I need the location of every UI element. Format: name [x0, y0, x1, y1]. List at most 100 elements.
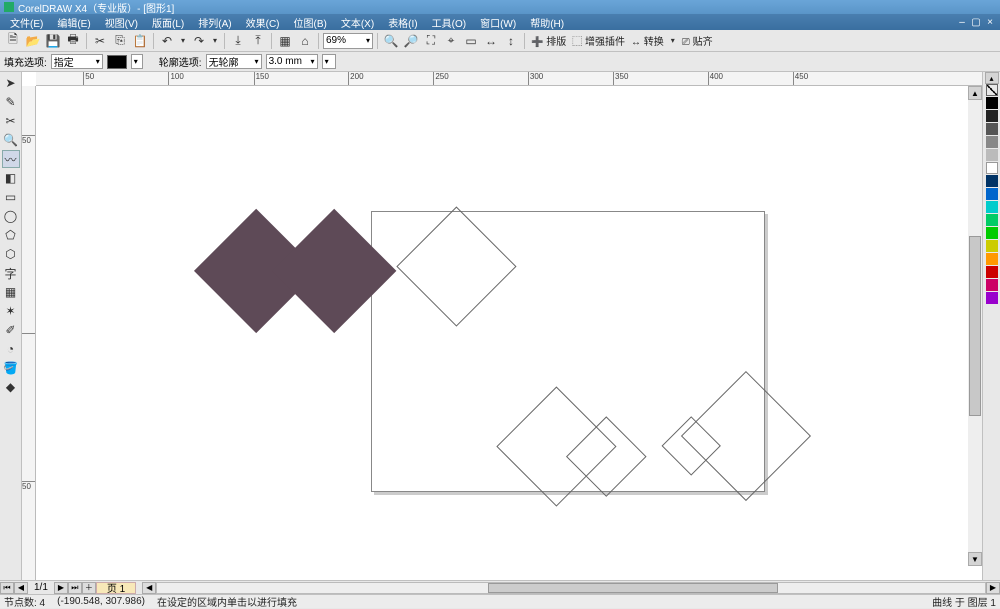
menu-edit[interactable]: 编辑(E) — [51, 15, 96, 30]
outline-option-select[interactable]: 无轮廓▾ — [206, 54, 262, 69]
enhance-plugin-button[interactable]: ⬚ 增强插件 — [570, 33, 627, 48]
zoom-height-button[interactable]: ↕ — [502, 32, 520, 50]
horizontal-ruler[interactable]: 50 100 150 200 250 300 350 400 450 — [36, 72, 982, 86]
menu-text[interactable]: 文本(X) — [335, 15, 380, 30]
prev-page-button[interactable]: ◀ — [14, 582, 28, 594]
redo-button[interactable]: ↷ — [190, 32, 208, 50]
zoom-combo[interactable]: 69%▾ — [323, 33, 373, 49]
rectangle-tool[interactable]: ▭ — [2, 188, 20, 206]
mdi-restore-icon[interactable]: ▢ — [970, 16, 982, 28]
import-button[interactable]: ⤓ — [229, 32, 247, 50]
pick-tool[interactable]: ➤ — [2, 74, 20, 92]
outline-spinner[interactable]: ▾ — [322, 54, 336, 69]
first-page-button[interactable]: ⏮ — [0, 582, 14, 594]
add-page-button[interactable]: ＋ — [82, 582, 96, 594]
zoom-page-button[interactable]: ▭ — [462, 32, 480, 50]
no-color-swatch[interactable] — [986, 84, 998, 96]
next-page-button[interactable]: ▶ — [54, 582, 68, 594]
paste-button[interactable]: 📋 — [131, 32, 149, 50]
ellipse-tool[interactable]: ◯ — [2, 207, 20, 225]
zoom-sel-button[interactable]: ⌖ — [442, 32, 460, 50]
export-button[interactable]: ⤒ — [249, 32, 267, 50]
smart-fill-tool[interactable]: ◧ — [2, 169, 20, 187]
swatch-black[interactable] — [986, 97, 998, 109]
swatch-gray3[interactable] — [986, 149, 998, 161]
swatch-cyan[interactable] — [986, 201, 998, 213]
swatch-blue[interactable] — [986, 188, 998, 200]
swatch-gray2[interactable] — [986, 136, 998, 148]
menu-window[interactable]: 窗口(W) — [474, 15, 522, 30]
print-button[interactable]: 🖶 — [64, 32, 82, 50]
swatch-white[interactable] — [986, 162, 998, 174]
menu-view[interactable]: 视图(V) — [99, 15, 144, 30]
zoom-out-button[interactable]: 🔎 — [402, 32, 420, 50]
menu-help[interactable]: 帮助(H) — [524, 15, 570, 30]
last-page-button[interactable]: ⏭ — [68, 582, 82, 594]
undo-button[interactable]: ↶ — [158, 32, 176, 50]
new-doc-button[interactable]: 🗎 — [4, 32, 22, 50]
redo-dropdown[interactable]: ▾ — [210, 32, 220, 50]
swatch-green[interactable] — [986, 214, 998, 226]
fill-swatch[interactable] — [107, 55, 127, 69]
swatch-lime[interactable] — [986, 227, 998, 239]
scroll-left-button[interactable]: ◀ — [142, 582, 156, 594]
open-button[interactable]: 📂 — [24, 32, 42, 50]
interactive-fill-tool[interactable]: ◆ — [2, 378, 20, 396]
table-tool[interactable]: ▦ — [2, 283, 20, 301]
swatch-orange[interactable] — [986, 253, 998, 265]
swatch-navy[interactable] — [986, 175, 998, 187]
fill-tool[interactable]: 🪣 — [2, 359, 20, 377]
vertical-ruler[interactable]: 50 50 — [22, 86, 36, 580]
outline-tool[interactable]: ◔ — [2, 340, 20, 358]
welcome-button[interactable]: ⌂ — [296, 32, 314, 50]
undo-dropdown[interactable]: ▾ — [178, 32, 188, 50]
menu-bitmap[interactable]: 位图(B) — [288, 15, 333, 30]
cut-button[interactable]: ✂ — [91, 32, 109, 50]
swatch-purple[interactable] — [986, 292, 998, 304]
menu-effects[interactable]: 效果(C) — [240, 15, 286, 30]
swatch-dark[interactable] — [986, 110, 998, 122]
scroll-right-button[interactable]: ▶ — [986, 582, 1000, 594]
fill-swatch-dropdown[interactable]: ▾ — [131, 54, 143, 69]
menu-table[interactable]: 表格(I) — [382, 15, 423, 30]
swatch-red[interactable] — [986, 266, 998, 278]
typeset-button[interactable]: ➕ 排版 — [529, 33, 568, 48]
menu-file[interactable]: 文件(E) — [4, 15, 49, 30]
h-scroll-thumb[interactable] — [488, 583, 778, 593]
swatch-yellow[interactable] — [986, 240, 998, 252]
swatch-magenta[interactable] — [986, 279, 998, 291]
outline-width-select[interactable]: 3.0 mm▾ — [266, 54, 318, 69]
vertical-scrollbar[interactable]: ▲ ▼ — [968, 86, 982, 566]
text-tool[interactable]: 字 — [2, 264, 20, 282]
zoom-fit-button[interactable]: ⛶ — [422, 32, 440, 50]
scroll-up-button[interactable]: ▲ — [968, 86, 982, 100]
crop-tool[interactable]: ✂ — [2, 112, 20, 130]
snap-button[interactable]: ⎚ 贴齐 — [680, 33, 715, 48]
scroll-down-button[interactable]: ▼ — [968, 552, 982, 566]
zoom-in-button[interactable]: 🔍 — [382, 32, 400, 50]
basic-shapes-tool[interactable]: ⬡ — [2, 245, 20, 263]
mdi-minimize-icon[interactable]: – — [956, 16, 968, 28]
swatch-gray[interactable] — [986, 123, 998, 135]
zoom-tool[interactable]: 🔍 — [2, 131, 20, 149]
save-button[interactable]: 💾 — [44, 32, 62, 50]
app-launcher-button[interactable]: ▦ — [276, 32, 294, 50]
eyedropper-tool[interactable]: ✐ — [2, 321, 20, 339]
convert-button[interactable]: ↔ 转换 — [629, 33, 666, 48]
shape-tool[interactable]: ✎ — [2, 93, 20, 111]
page-tab-1[interactable]: 页 1 — [96, 582, 136, 594]
menu-arrange[interactable]: 排列(A) — [192, 15, 237, 30]
interactive-tool[interactable]: ✶ — [2, 302, 20, 320]
zoom-width-button[interactable]: ↔ — [482, 32, 500, 50]
palette-scroll-up[interactable]: ▴ — [985, 72, 999, 84]
copy-button[interactable]: ⎘ — [111, 32, 129, 50]
mdi-close-icon[interactable]: × — [984, 16, 996, 28]
freehand-tool[interactable]: 〰 — [2, 150, 20, 168]
h-scrollbar[interactable]: ◀ ▶ — [142, 582, 1000, 594]
menu-tools[interactable]: 工具(O) — [426, 15, 472, 30]
fill-option-select[interactable]: 指定▾ — [51, 54, 103, 69]
polygon-tool[interactable]: ⬠ — [2, 226, 20, 244]
menu-layout[interactable]: 版面(L) — [146, 15, 190, 30]
convert-dropdown[interactable]: ▾ — [668, 32, 678, 50]
canvas[interactable]: ▲ ▼ — [36, 86, 982, 580]
